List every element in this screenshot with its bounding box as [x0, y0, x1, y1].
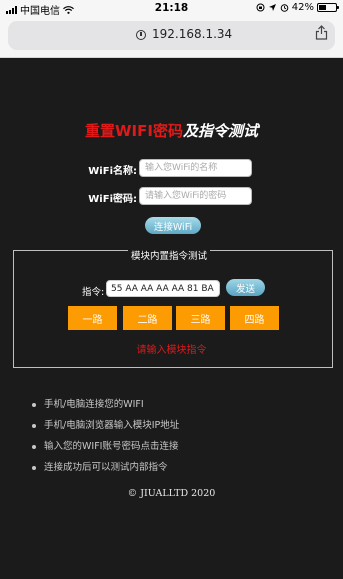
- command-input[interactable]: [106, 280, 220, 297]
- alarm-icon: [280, 4, 289, 12]
- status-message: 请输入模块指令: [136, 345, 207, 356]
- wifi-password-label: WiFi密码:: [88, 194, 137, 205]
- send-button[interactable]: 发送: [226, 279, 265, 296]
- status-bar: 中国电信 21:18 42%: [0, 0, 343, 17]
- route-4-button[interactable]: 四路: [230, 306, 279, 330]
- list-item: 手机/电脑连接您的WIFI: [32, 398, 179, 419]
- instructions-list: 手机/电脑连接您的WIFI 手机/电脑浏览器输入模块IP地址 输入您的WIFI账…: [32, 398, 179, 482]
- battery-percent: 42%: [291, 2, 314, 13]
- lock-rotation-icon: [256, 3, 265, 12]
- connect-wifi-button[interactable]: 连接WiFi: [145, 217, 201, 234]
- wifi-password-input[interactable]: [139, 187, 252, 205]
- route-1-button[interactable]: 一路: [68, 306, 117, 330]
- wifi-name-label: WiFi名称:: [88, 166, 137, 177]
- route-2-button[interactable]: 二路: [123, 306, 172, 330]
- wifi-name-input[interactable]: [139, 159, 252, 177]
- command-label: 指令:: [82, 287, 105, 298]
- wifi-password-row: WiFi密码:: [0, 187, 343, 207]
- list-item: 输入您的WIFI账号密码点击连接: [32, 440, 179, 461]
- info-icon: [136, 30, 146, 40]
- location-icon: [268, 4, 276, 11]
- title-secondary: 及指令测试: [182, 122, 258, 140]
- page-title: 重置WIFI密码及指令测试: [0, 120, 343, 141]
- list-item: 手机/电脑浏览器输入模块IP地址: [32, 419, 179, 440]
- wifi-name-row: WiFi名称:: [0, 159, 343, 179]
- footer-copyright: © JIUALLTD 2020: [127, 488, 216, 499]
- list-item: 连接成功后可以测试内部指令: [32, 461, 179, 482]
- route-3-button[interactable]: 三路: [176, 306, 225, 330]
- address-bar[interactable]: 192.168.1.34: [8, 21, 335, 50]
- url-text: 192.168.1.34: [152, 27, 233, 41]
- title-primary: 重置WIFI密码: [85, 122, 183, 140]
- browser-toolbar: 192.168.1.34: [0, 16, 343, 58]
- status-right: 42%: [256, 2, 339, 13]
- battery-icon: [317, 3, 339, 12]
- module-test-legend: 模块内置指令测试: [128, 248, 211, 262]
- share-icon[interactable]: [315, 25, 328, 40]
